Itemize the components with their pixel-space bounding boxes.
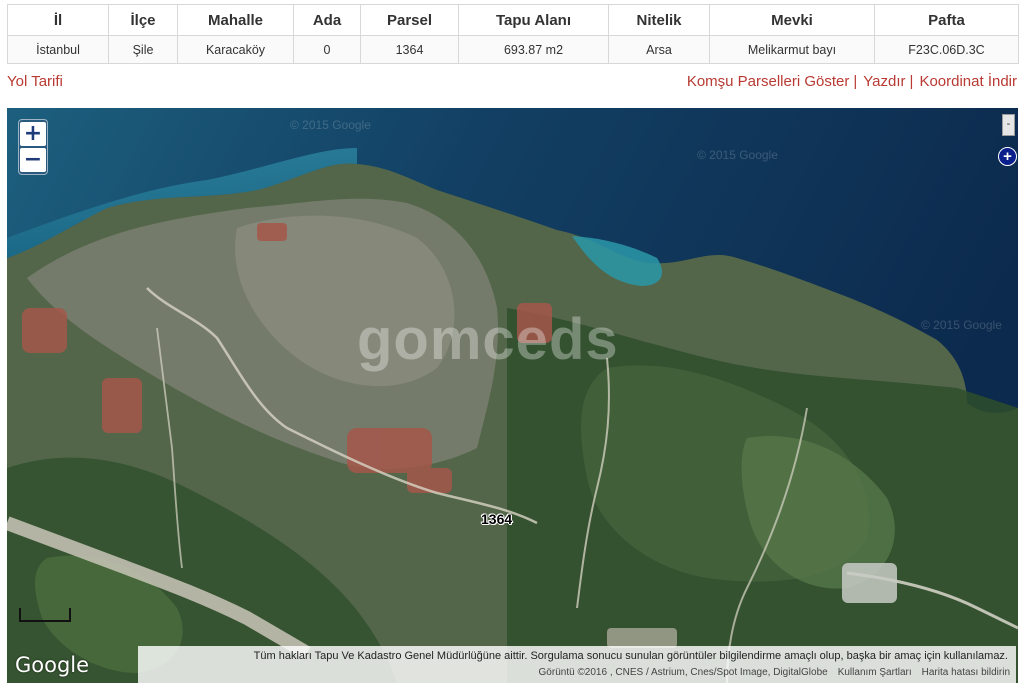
header-nitelik: Nitelik bbox=[608, 4, 710, 36]
zoom-out-button[interactable]: − bbox=[20, 148, 46, 172]
layer-switcher-expand-button[interactable]: + bbox=[998, 147, 1017, 166]
link-separator: | bbox=[853, 73, 858, 90]
cell-parsel: 1364 bbox=[360, 35, 459, 64]
directions-link[interactable]: Yol Tarifi bbox=[7, 73, 63, 90]
show-neighbor-parcels-link[interactable]: Komşu Parselleri Göster bbox=[687, 73, 850, 90]
layer-switcher-minimize-button[interactable]: - bbox=[1002, 114, 1015, 136]
map-notice-bar: Tüm hakları Tapu Ve Kadastro Genel Müdür… bbox=[138, 646, 1016, 683]
zoom-in-button[interactable]: + bbox=[20, 122, 46, 146]
right-links-group: Komşu Parselleri Göster | Yazdır | Koordinat… bbox=[687, 73, 1017, 90]
watermark: gomceds bbox=[357, 307, 619, 372]
imagery-credit: Görüntü ©2016 , CNES / Astrium, Cnes/Spo… bbox=[538, 667, 828, 678]
header-mevki: Mevki bbox=[709, 4, 875, 36]
cell-mahalle: Karacaköy bbox=[177, 35, 294, 64]
link-separator: | bbox=[909, 73, 914, 90]
google-logo: Google bbox=[15, 653, 90, 677]
header-il: İl bbox=[7, 4, 109, 36]
rights-notice: Tüm hakları Tapu Ve Kadastro Genel Müdür… bbox=[253, 650, 1008, 662]
header-pafta: Pafta bbox=[874, 4, 1019, 36]
cell-ada: 0 bbox=[293, 35, 361, 64]
map-attribution: Görüntü ©2016 , CNES / Astrium, Cnes/Spo… bbox=[539, 667, 1010, 678]
table-header-row: İl İlçe Mahalle Ada Parsel Tapu Alanı Ni… bbox=[7, 4, 1019, 36]
cell-ilce: Şile bbox=[108, 35, 178, 64]
report-map-error-link[interactable]: Harita hatası bildirin bbox=[922, 667, 1010, 678]
cell-il: İstanbul bbox=[7, 35, 109, 64]
minus-icon: − bbox=[23, 147, 43, 172]
tile-copyright: © 2015 Google bbox=[921, 318, 1002, 332]
satellite-imagery bbox=[7, 108, 1018, 683]
tile-copyright: © 2015 Google bbox=[290, 118, 371, 132]
cell-tapu-alani: 693.87 m2 bbox=[458, 35, 609, 64]
zoom-control: + − bbox=[18, 119, 48, 175]
header-ada: Ada bbox=[293, 4, 361, 36]
tile-copyright: © 2015 Google bbox=[697, 148, 778, 162]
parcel-info-table: İl İlçe Mahalle Ada Parsel Tapu Alanı Ni… bbox=[7, 4, 1019, 64]
header-tapu-alani: Tapu Alanı bbox=[458, 4, 609, 36]
cell-nitelik: Arsa bbox=[608, 35, 710, 64]
download-coordinates-link[interactable]: Koordinat İndir bbox=[919, 73, 1017, 90]
terms-of-use-link[interactable]: Kullanım Şartları bbox=[838, 667, 912, 678]
parcel-number-label: 1364 bbox=[481, 511, 513, 527]
satellite-map[interactable]: © 2015 Google © 2015 Google © 2015 Googl… bbox=[7, 108, 1018, 683]
cell-pafta: F23C.06D.3C bbox=[874, 35, 1019, 64]
print-link[interactable]: Yazdır bbox=[863, 73, 905, 90]
header-parsel: Parsel bbox=[360, 4, 459, 36]
header-mahalle: Mahalle bbox=[177, 4, 294, 36]
table-row: İstanbul Şile Karacaköy 0 1364 693.87 m2… bbox=[7, 35, 1019, 64]
action-links-bar: Yol Tarifi Komşu Parselleri Göster | Yazdı… bbox=[7, 73, 1017, 95]
scale-bar bbox=[19, 608, 71, 622]
cell-mevki: Melikarmut bayı bbox=[709, 35, 875, 64]
plus-icon: + bbox=[23, 121, 43, 146]
header-ilce: İlçe bbox=[108, 4, 178, 36]
